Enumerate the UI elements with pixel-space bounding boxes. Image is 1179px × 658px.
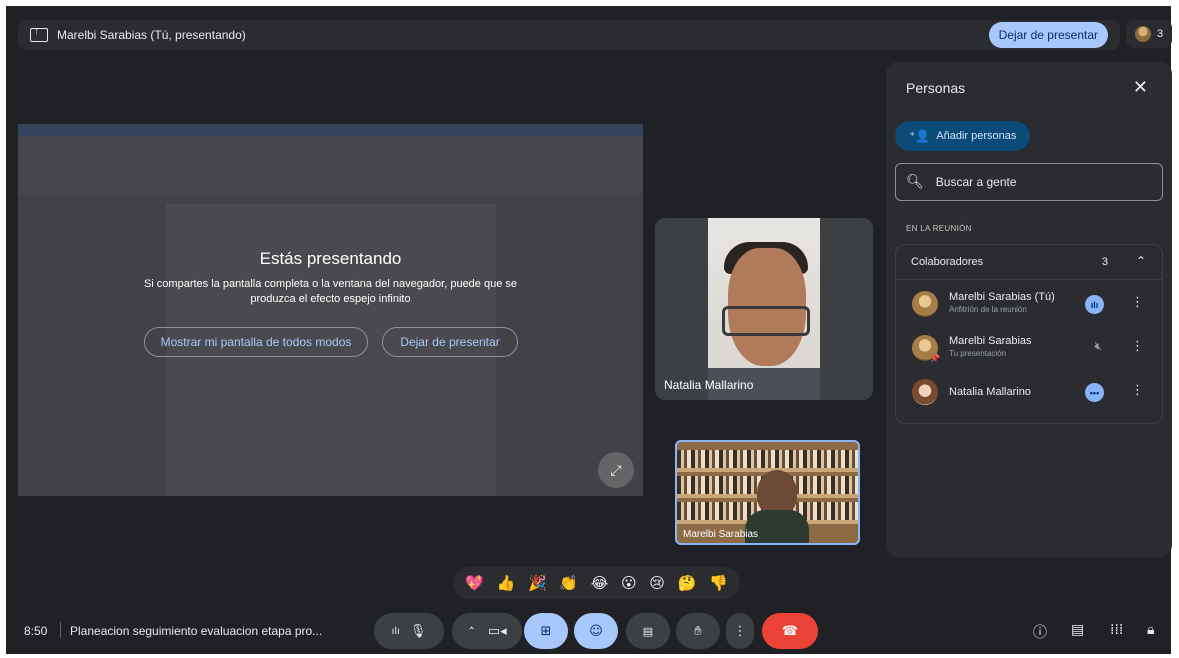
party-icon[interactable]: 🎉 — [528, 574, 547, 592]
chevron-up-icon[interactable]: ⌃ — [1136, 254, 1146, 268]
window-frame-right — [1171, 0, 1179, 658]
participant-name: Marelbi Sarabias — [683, 529, 759, 540]
add-person-icon: ⁺👤 — [909, 129, 931, 143]
host-controls-icon[interactable]: 🔒︎ — [1147, 622, 1154, 638]
window-frame-top — [0, 0, 1179, 6]
more-options-icon: ⋮ — [733, 623, 747, 639]
add-people-button[interactable]: ⁺👤 Añadir personas — [895, 121, 1031, 151]
participant-name: Marelbi Sarabias (Tú) — [949, 291, 1055, 303]
panel-title: Personas — [906, 80, 966, 96]
people-panel: Personas ✕ ⁺👤 Añadir personas 🔍︎ EN LA R… — [886, 62, 1172, 557]
emoji-icon: ☺ — [589, 623, 603, 639]
camera-button[interactable]: ⌃ ▭◂ — [452, 613, 522, 649]
participant-role: Tu presentación — [949, 349, 1007, 358]
bottom-toolbar: 8:50 Planeacion seguimiento evaluacion e… — [0, 607, 1179, 653]
hang-up-icon: ☎︎ — [781, 623, 799, 639]
audio-level-icon[interactable]: ••• — [1085, 383, 1104, 402]
speaking-indicator-icon[interactable]: ılı — [1085, 295, 1104, 314]
audio-level-icon: ılı — [391, 625, 400, 637]
more-options-icon[interactable]: ⋮ — [1131, 339, 1144, 354]
meeting-title: Planeacion seguimiento evaluacion etapa … — [70, 624, 323, 638]
search-icon: 🔍︎ — [906, 174, 924, 190]
muted-audio-icon[interactable]: 🔇︎ — [1094, 339, 1102, 354]
avatar-icon — [1134, 26, 1151, 42]
captions-icon: ▤ — [642, 624, 654, 638]
laugh-icon[interactable]: 😂 — [591, 574, 609, 592]
activities-icon[interactable]: ⁞⁞⁞ — [1110, 622, 1123, 638]
leave-call-button[interactable]: ☎︎ — [762, 613, 818, 649]
section-label: EN LA REUNIÓN — [906, 224, 972, 233]
participants-count: 3 — [1156, 28, 1164, 40]
close-icon[interactable]: ✕ — [1127, 76, 1154, 99]
thumbs-up-icon[interactable]: 👍 — [497, 574, 516, 592]
participant-face — [757, 470, 797, 515]
present-screen-button[interactable]: ⊞ — [524, 613, 568, 649]
heart-icon[interactable]: 💖 — [465, 574, 484, 592]
more-options-icon[interactable]: ⋮ — [1131, 383, 1144, 398]
surprised-icon[interactable]: 😮 — [621, 574, 637, 592]
microphone-icon: 🎙︎ — [409, 623, 427, 639]
participant-row[interactable]: 📌 Marelbi Sarabias Tu presentación 🔇︎ ⋮ — [896, 329, 1162, 369]
window-frame-left — [0, 0, 6, 658]
reactions-bar: 💖 👍 🎉 👏 😂 😮 😢 🤔 👎 — [453, 567, 740, 599]
presenting-title: Marelbi Sarabias (Tú, presentando) — [57, 28, 246, 42]
show-screen-anyway-button[interactable]: Mostrar mi pantalla de todos modos — [144, 327, 368, 357]
chat-icon[interactable]: ▤ — [1071, 622, 1084, 638]
presenting-bar: Marelbi Sarabias (Tú, presentando) Dejar… — [18, 20, 1120, 50]
more-options-button[interactable]: ⋮ — [726, 613, 754, 649]
stop-presenting-button[interactable]: Dejar de presentar — [988, 22, 1108, 48]
participant-tile-natalia[interactable]: Natalia Mallarino — [655, 218, 873, 400]
video-feed — [708, 218, 820, 400]
self-view-tile[interactable]: Marelbi Sarabias — [675, 440, 860, 545]
info-icon[interactable]: ⓘ — [1033, 622, 1047, 642]
participant-row[interactable]: Natalia Mallarino ••• ⋮ — [896, 373, 1162, 413]
group-title: Colaboradores — [911, 256, 984, 268]
divider — [60, 622, 61, 638]
bookshelf-row — [677, 450, 858, 468]
search-input[interactable] — [933, 174, 1138, 190]
microphone-button[interactable]: ılı 🎙︎ — [374, 613, 444, 649]
more-options-icon[interactable]: ⋮ — [1131, 295, 1144, 310]
group-count: 3 — [1101, 256, 1108, 268]
collaborators-header[interactable]: Colaboradores 3 ⌃ — [896, 245, 1162, 280]
window-frame-bottom — [0, 654, 1179, 658]
collaborators-group: Colaboradores 3 ⌃ Marelbi Sarabias (Tú) … — [895, 244, 1163, 424]
sad-icon[interactable]: 😢 — [649, 574, 665, 592]
avatar — [912, 379, 938, 405]
captions-button[interactable]: ▤ — [626, 613, 670, 649]
present-icon: ⊞ — [540, 623, 552, 639]
participant-role: Anfitrión de la reunión — [949, 305, 1027, 314]
participants-button[interactable]: 3 — [1126, 20, 1172, 48]
emoji-button[interactable]: ☺ — [574, 613, 618, 649]
hand-icon: ✋︎ — [694, 623, 702, 639]
thinking-icon[interactable]: 🤔 — [678, 574, 697, 592]
participant-name: Natalia Mallarino — [949, 386, 1031, 398]
thumbs-down-icon[interactable]: 👎 — [709, 574, 728, 592]
presentation-preview: Estás presentando Si compartes la pantal… — [18, 124, 643, 496]
avatar — [912, 291, 938, 317]
add-people-label: Añadir personas — [936, 130, 1017, 142]
participant-row[interactable]: Marelbi Sarabias (Tú) Anfitrión de la re… — [896, 285, 1162, 325]
camera-icon: ▭◂ — [487, 623, 507, 639]
chevron-up-icon: ⌃ — [467, 625, 476, 637]
raise-hand-button[interactable]: ✋︎ — [676, 613, 720, 649]
participant-glasses — [722, 306, 810, 336]
expand-icon[interactable]: ⤢ — [598, 452, 634, 488]
search-field[interactable]: 🔍︎ — [895, 163, 1163, 201]
presenting-warning: Si compartes la pantalla completa o la v… — [143, 278, 518, 305]
stop-presenting-overlay-button[interactable]: Dejar de presentar — [382, 327, 518, 357]
clap-icon[interactable]: 👏 — [559, 574, 578, 592]
participant-name: Natalia Mallarino — [664, 378, 754, 392]
presentation-overlay — [18, 124, 643, 496]
presenting-heading: Estás presentando — [259, 249, 402, 268]
clock: 8:50 — [24, 624, 48, 638]
participant-name: Marelbi Sarabias — [949, 335, 1032, 347]
pin-icon: 📌 — [930, 354, 940, 363]
present-screen-icon — [30, 25, 48, 42]
